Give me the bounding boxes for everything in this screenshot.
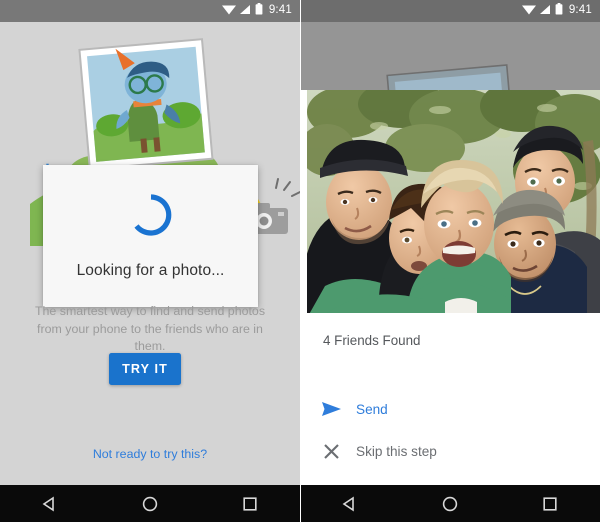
status-bar: 9:41 [300,0,600,22]
recents-square-icon[interactable] [527,485,573,522]
loading-dialog: Looking for a photo... [43,165,258,307]
signal-icon [239,2,251,20]
friends-found-label: 4 Friends Found [323,333,421,348]
loading-message: Looking for a photo... [76,262,225,279]
loading-spinner-icon [128,192,174,238]
home-circle-icon[interactable] [427,485,473,522]
home-circle-icon[interactable] [127,485,173,522]
panel-divider [300,0,301,522]
dimmed-backdrop [300,22,600,90]
skip-action-row[interactable]: Skip this step [300,430,600,472]
battery-icon [555,2,563,20]
skip-label: Skip this step [356,443,437,459]
battery-icon [255,2,263,20]
wifi-icon [521,2,536,20]
dual-screen-mockup: 9:41 Looking for a photo... The smartest… [0,0,600,522]
status-bar: 9:41 [0,0,300,22]
signal-icon [539,2,551,20]
send-label: Send [356,401,388,417]
recents-square-icon[interactable] [227,485,273,522]
left-phone-screen: 9:41 Looking for a photo... The smartest… [0,0,300,522]
not-ready-link[interactable]: Not ready to try this? [0,447,300,461]
android-nav-bar [300,485,600,522]
back-triangle-icon[interactable] [27,485,73,522]
try-it-button[interactable]: TRY IT [109,353,181,385]
group-selfie-photo[interactable]: R [307,90,600,313]
status-clock: 9:41 [568,3,592,16]
wifi-icon [221,2,236,20]
send-icon [300,400,356,418]
right-phone-screen: 9:41 4 Friends Found Send Skip this step [300,0,600,522]
android-nav-bar [0,485,300,522]
send-action-row[interactable]: Send [300,388,600,430]
back-triangle-icon[interactable] [327,485,373,522]
close-icon [300,443,356,460]
status-clock: 9:41 [268,3,292,16]
tagline-text: The smartest way to find and send photos… [34,304,266,354]
